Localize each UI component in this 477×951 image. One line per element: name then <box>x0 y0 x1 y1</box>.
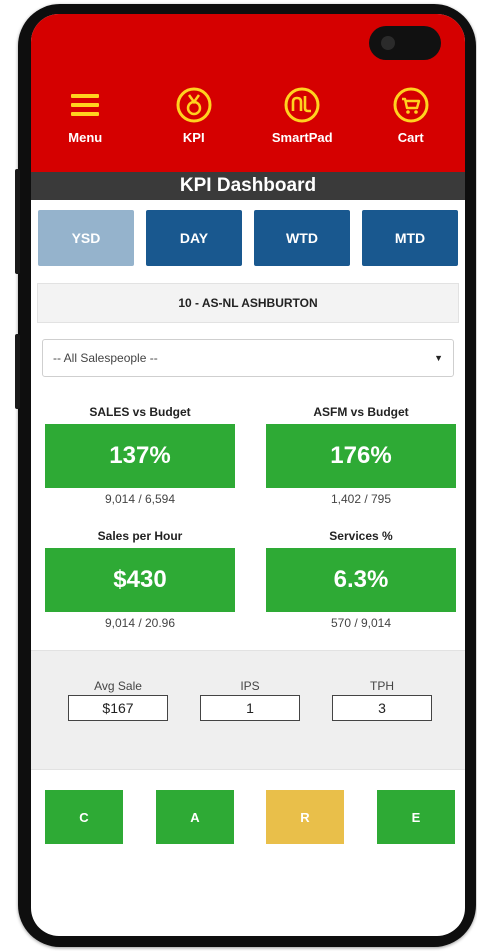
kpi-title: SALES vs Budget <box>89 405 191 419</box>
kpi-sales-per-hour: Sales per Hour $430 9,014 / 20.96 <box>45 529 235 630</box>
nav-bar: Menu KPI SmartPad Cart <box>31 86 465 145</box>
stat-label: Avg Sale <box>94 679 142 693</box>
nav-smartpad-label: SmartPad <box>271 130 333 145</box>
tab-ysd[interactable]: YSD <box>38 210 134 266</box>
stat-avg-sale: Avg Sale $167 <box>68 679 168 721</box>
stat-label: IPS <box>240 679 260 693</box>
menu-icon <box>66 86 104 124</box>
kpi-subtext: 9,014 / 6,594 <box>104 492 176 506</box>
kpi-value[interactable]: 176% <box>266 424 456 488</box>
cart-icon <box>392 86 430 124</box>
kpi-services-percent: Services % 6.3% 570 / 9,014 <box>266 529 456 630</box>
tab-wtd[interactable]: WTD <box>254 210 350 266</box>
kpi-title: ASFM vs Budget <box>313 405 409 419</box>
nav-menu[interactable]: Menu <box>40 86 130 145</box>
salesperson-select[interactable]: -- All Salespeople -- ▼ <box>42 339 454 377</box>
nav-menu-label: Menu <box>68 130 103 145</box>
kpi-value[interactable]: 137% <box>45 424 235 488</box>
period-tabs: YSD DAY WTD MTD <box>31 210 465 266</box>
medal-icon <box>175 86 213 124</box>
stat-ips: IPS 1 <box>200 679 300 721</box>
care-button-c[interactable]: C <box>45 790 123 844</box>
phone-screen: Menu KPI SmartPad Cart KPI Dashboard YSD… <box>31 14 465 936</box>
nav-smartpad[interactable]: SmartPad <box>257 86 347 145</box>
stat-value: $167 <box>68 695 168 721</box>
kpi-sales-vs-budget: SALES vs Budget 137% 9,014 / 6,594 <box>45 405 235 506</box>
kpi-value[interactable]: 6.3% <box>266 548 456 612</box>
smartpad-logo-icon <box>283 86 321 124</box>
tab-mtd[interactable]: MTD <box>362 210 458 266</box>
kpi-title: Sales per Hour <box>97 529 183 543</box>
care-button-a[interactable]: A <box>156 790 234 844</box>
nav-cart[interactable]: Cart <box>366 86 456 145</box>
stat-tph: TPH 3 <box>332 679 432 721</box>
kpi-title: Services % <box>329 529 393 543</box>
kpi-subtext: 9,014 / 20.96 <box>104 616 176 630</box>
tab-day[interactable]: DAY <box>146 210 242 266</box>
kpi-asfm-vs-budget: ASFM vs Budget 176% 1,402 / 795 <box>266 405 456 506</box>
power-button <box>15 334 20 409</box>
stat-value: 1 <box>200 695 300 721</box>
salesperson-select-value: -- All Salespeople -- <box>53 351 158 365</box>
kpi-value[interactable]: $430 <box>45 548 235 612</box>
nav-cart-label: Cart <box>397 130 424 145</box>
page-title: KPI Dashboard <box>31 172 465 200</box>
stats-panel: Avg Sale $167 IPS 1 TPH 3 <box>31 650 465 770</box>
kpi-subtext: 1,402 / 795 <box>330 492 392 506</box>
nav-kpi-label: KPI <box>182 130 205 145</box>
care-button-e[interactable]: E <box>377 790 455 844</box>
dropdown-arrow-icon: ▼ <box>434 353 443 363</box>
kpi-subtext: 570 / 9,014 <box>330 616 392 630</box>
store-name: 10 - AS-NL ASHBURTON <box>37 283 459 323</box>
stat-value: 3 <box>332 695 432 721</box>
stat-label: TPH <box>370 679 394 693</box>
nav-kpi[interactable]: KPI <box>149 86 239 145</box>
care-button-r[interactable]: R <box>266 790 344 844</box>
camera-cutout <box>369 26 441 60</box>
volume-button <box>15 169 20 274</box>
